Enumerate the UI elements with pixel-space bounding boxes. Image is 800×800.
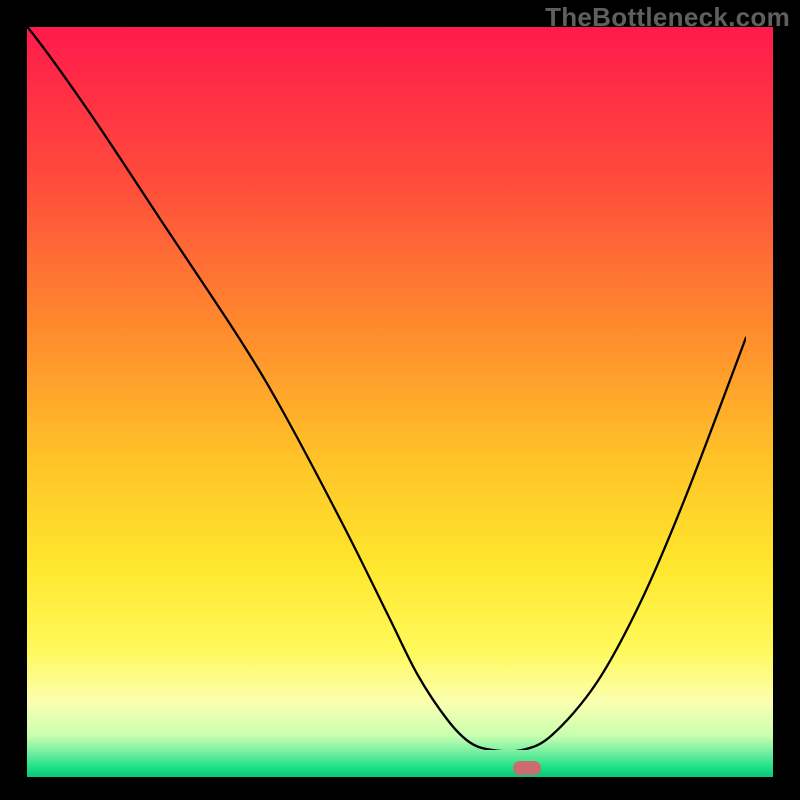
optimal-marker bbox=[513, 761, 541, 775]
plot-background bbox=[27, 27, 773, 777]
plot-area bbox=[27, 27, 773, 777]
chart-frame: TheBottleneck.com bbox=[0, 0, 800, 800]
